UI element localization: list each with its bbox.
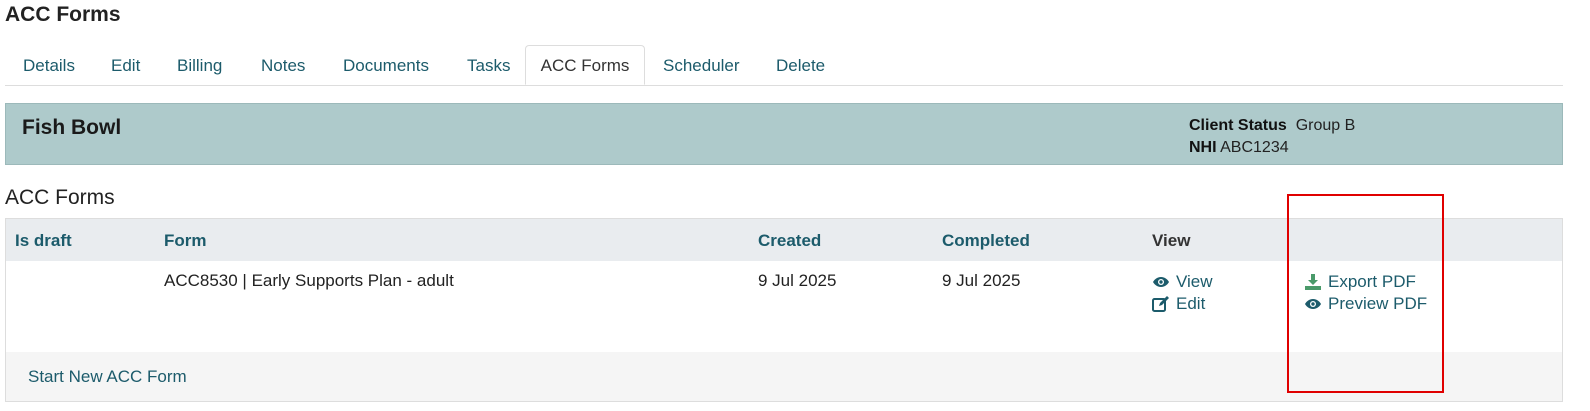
preview-pdf-label: Preview PDF (1328, 294, 1428, 313)
edit-link-label: Edit (1176, 294, 1206, 313)
cell-completed: 9 Jul 2025 (942, 271, 1021, 290)
page-title: ACC Forms (5, 3, 121, 26)
view-link[interactable]: View (1152, 271, 1213, 293)
header-is-draft[interactable]: Is draft (15, 231, 72, 251)
edit-link[interactable]: Edit (1152, 293, 1213, 315)
table-header: Is draft Form Created Completed View (6, 219, 1562, 262)
cell-form: ACC8530 | Early Supports Plan - adult (164, 271, 454, 290)
section-title: ACC Forms (5, 186, 115, 209)
view-actions: View Edit (1152, 271, 1213, 315)
client-banner: Fish Bowl Client Status Group B NHI ABC1… (5, 103, 1563, 165)
table-row: ACC8530 | Early Supports Plan - adult 9 … (6, 261, 1562, 353)
header-view: View (1152, 231, 1191, 250)
pdf-actions: Export PDF Preview PDF (1304, 271, 1427, 315)
header-completed[interactable]: Completed (942, 231, 1030, 251)
export-pdf-link[interactable]: Export PDF (1304, 271, 1427, 293)
tab-delete[interactable]: Delete (776, 45, 825, 85)
acc-forms-table: Is draft Form Created Completed View ACC… (5, 218, 1563, 402)
cell-created: 9 Jul 2025 (758, 271, 837, 290)
tab-edit[interactable]: Edit (111, 45, 140, 85)
view-link-label: View (1176, 272, 1213, 291)
tab-tasks[interactable]: Tasks (467, 45, 510, 85)
table-footer: Start New ACC Form (6, 352, 1562, 401)
client-status-block: Client Status Group B NHI ABC1234 (1189, 115, 1355, 159)
edit-icon (1152, 296, 1170, 312)
tab-scheduler[interactable]: Scheduler (663, 45, 740, 85)
tab-acc-forms[interactable]: ACC Forms (525, 45, 645, 85)
eye-icon (1152, 275, 1170, 289)
tab-details[interactable]: Details (23, 45, 75, 85)
eye-icon (1304, 297, 1322, 311)
start-new-acc-form-link[interactable]: Start New ACC Form (28, 367, 187, 387)
download-icon (1304, 274, 1322, 290)
tab-notes[interactable]: Notes (261, 45, 305, 85)
tab-billing[interactable]: Billing (177, 45, 222, 85)
export-pdf-label: Export PDF (1328, 272, 1416, 291)
header-form[interactable]: Form (164, 231, 207, 251)
tab-bar: Details Edit Billing Notes Documents Tas… (5, 45, 1563, 86)
nhi-label: NHI (1189, 139, 1217, 156)
client-status-label: Client Status (1189, 117, 1287, 134)
client-name: Fish Bowl (22, 116, 122, 139)
nhi-value: ABC1234 (1220, 139, 1289, 156)
preview-pdf-link[interactable]: Preview PDF (1304, 293, 1427, 315)
client-status-value: Group B (1295, 117, 1356, 134)
tab-documents[interactable]: Documents (343, 45, 429, 85)
header-created[interactable]: Created (758, 231, 821, 251)
